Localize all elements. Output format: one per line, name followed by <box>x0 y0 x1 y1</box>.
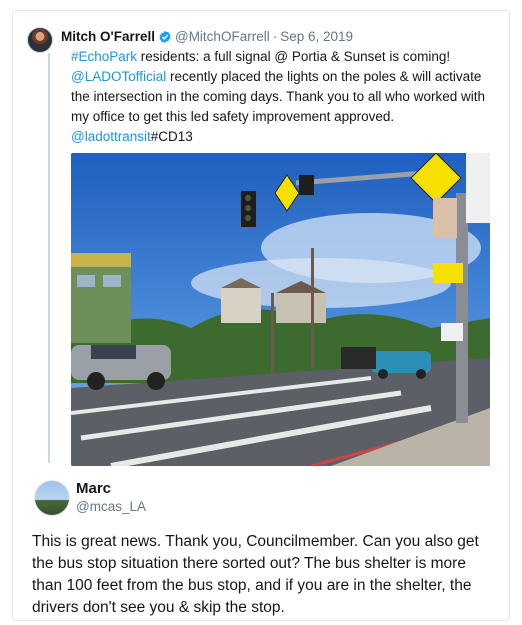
mention-ladotofficial[interactable]: @LADOTofficial <box>71 69 166 84</box>
header-separator: · <box>272 29 278 44</box>
tweet-text-segment: #CD13 <box>150 129 193 144</box>
reply-display-name[interactable]: Marc <box>76 480 111 497</box>
original-tweet-header: Mitch O'Farrell @MitchOFarrell · Sep 6, 201… <box>61 28 353 49</box>
photo-illustration <box>71 153 490 466</box>
tweet-date[interactable]: Sep 6, 2019 <box>280 29 353 44</box>
reply-tweet-text: This is great news. Thank you, Councilme… <box>32 533 479 616</box>
hashtag-echopark[interactable]: #EchoPark <box>71 49 137 64</box>
thread-connector-line <box>48 53 50 463</box>
author-handle[interactable]: @MitchOFarrell <box>175 29 270 44</box>
original-tweet-text: #EchoPark residents: a full signal @ Por… <box>71 47 496 147</box>
tweet-text-segment: residents: a full signal @ Portia & Suns… <box>137 49 451 64</box>
author-display-name[interactable]: Mitch O'Farrell <box>61 29 155 44</box>
reply-handle[interactable]: @mcas_LA <box>76 499 146 514</box>
mention-ladottransit[interactable]: @ladottransit <box>71 129 151 144</box>
street-intersection-photo[interactable] <box>71 153 490 466</box>
mitch-avatar[interactable] <box>27 27 53 53</box>
marc-avatar[interactable] <box>34 480 70 516</box>
